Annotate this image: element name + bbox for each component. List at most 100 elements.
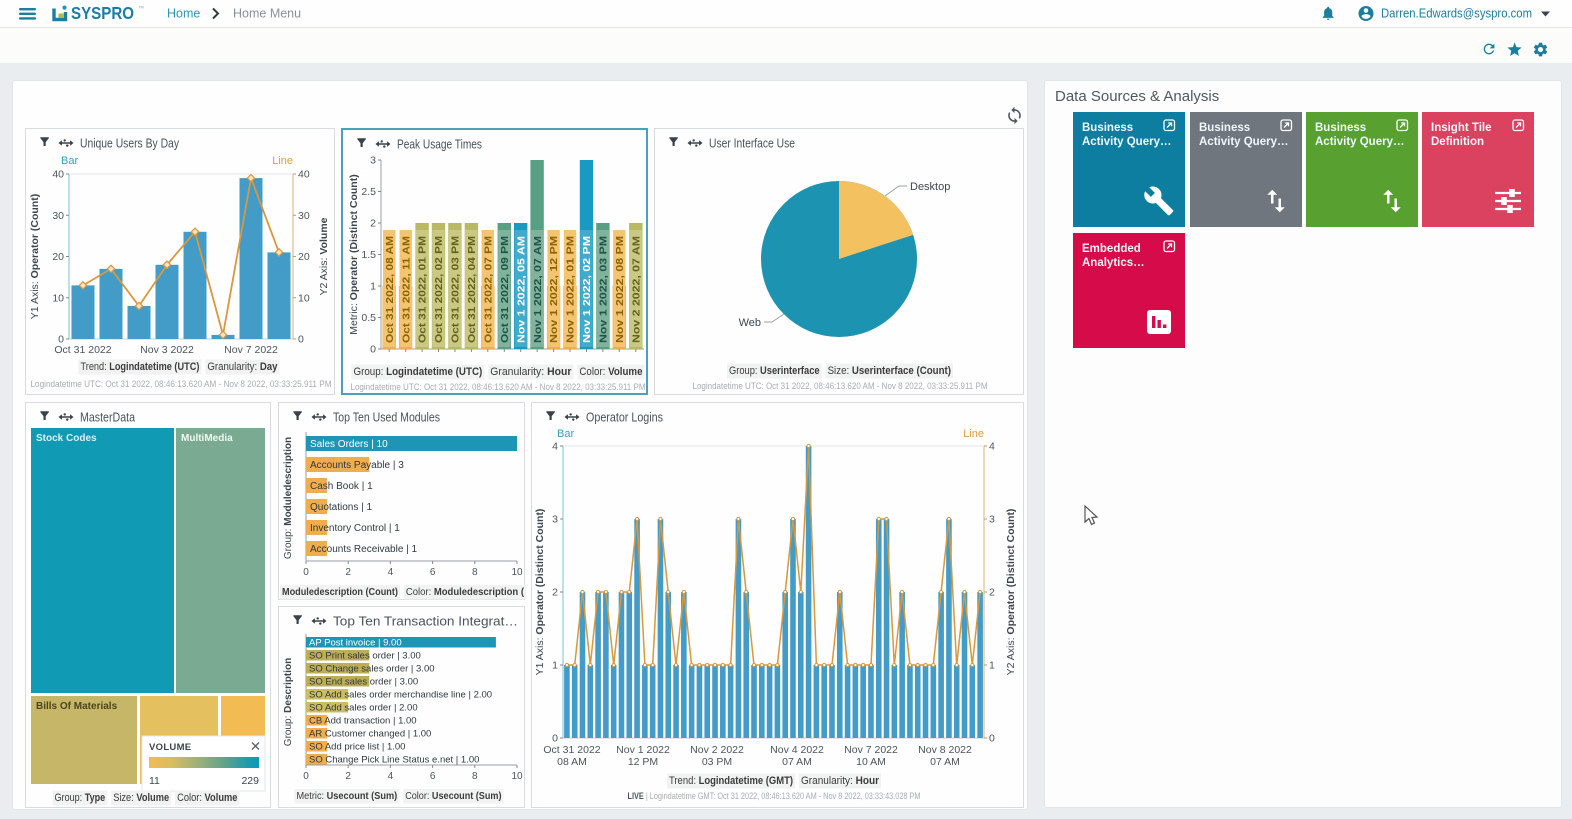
- svg-text:™: ™: [138, 5, 144, 12]
- svg-text:0: 0: [303, 567, 309, 578]
- svg-text:Nov 1 2022: Nov 1 2022: [616, 744, 670, 756]
- svg-text:Oct 31 2022, 09 PM: Oct 31 2022, 09 PM: [500, 236, 511, 343]
- svg-text:Nov 1 2022, 12 PM: Nov 1 2022, 12 PM: [549, 236, 560, 343]
- svg-text:Analytics…: Analytics…: [1082, 257, 1145, 269]
- svg-text:0: 0: [552, 733, 558, 745]
- svg-text:Darren.Edwards@syspro.com: Darren.Edwards@syspro.com: [1381, 7, 1532, 21]
- svg-text:Embedded: Embedded: [1082, 243, 1141, 255]
- svg-text:Operator Logins: Operator Logins: [586, 411, 663, 425]
- svg-text:07 AM: 07 AM: [782, 756, 812, 768]
- svg-text:Nov 7 2022: Nov 7 2022: [224, 344, 278, 356]
- svg-text:Group: Userinterface: Group: Userinterface: [729, 365, 820, 377]
- svg-text:Activity Query…: Activity Query…: [1315, 136, 1404, 148]
- svg-text:Unique Users By Day: Unique Users By Day: [80, 137, 180, 151]
- svg-text:20: 20: [298, 251, 310, 263]
- svg-text:40: 40: [52, 169, 64, 181]
- svg-text:6: 6: [430, 771, 436, 782]
- svg-text:Nov 3 2022: Nov 3 2022: [140, 344, 194, 356]
- svg-text:Y1 Axis: Operator (Distinct Co: Y1 Axis: Operator (Distinct Count): [534, 509, 546, 676]
- svg-text:30: 30: [298, 210, 310, 222]
- svg-text:10: 10: [52, 292, 64, 304]
- svg-text:Size: Userinterface (Count): Size: Userinterface (Count): [828, 365, 952, 377]
- svg-text:Nov 1 2022, 05 AM: Nov 1 2022, 05 AM: [516, 236, 527, 343]
- svg-text:8: 8: [472, 567, 478, 578]
- svg-text:Bar: Bar: [557, 428, 574, 440]
- svg-text:4: 4: [388, 567, 394, 578]
- svg-text:Accounts Receivable | 1: Accounts Receivable | 1: [310, 544, 418, 555]
- svg-text:MultiMedia: MultiMedia: [181, 433, 233, 444]
- svg-text:10 AM: 10 AM: [856, 756, 886, 768]
- svg-text:0: 0: [303, 771, 309, 782]
- svg-text:AR Customer changed | 1.00: AR Customer changed | 1.00: [309, 729, 431, 740]
- svg-text:Nov 1 2022, 07 AM: Nov 1 2022, 07 AM: [533, 236, 544, 343]
- svg-text:Nov 1 2022, 01 PM: Nov 1 2022, 01 PM: [566, 236, 577, 343]
- svg-text:Activity Query…: Activity Query…: [1082, 136, 1171, 148]
- svg-text:SO Change sales order | 3.00: SO Change sales order | 3.00: [309, 664, 435, 675]
- svg-text:Bills Of Materials: Bills Of Materials: [36, 701, 118, 712]
- svg-text:Top Ten Used Modules: Top Ten Used Modules: [333, 411, 440, 425]
- svg-text:4: 4: [552, 441, 558, 453]
- svg-text:229: 229: [241, 775, 259, 787]
- svg-text:Desktop: Desktop: [910, 181, 950, 193]
- svg-text:Nov 2 2022: Nov 2 2022: [690, 744, 744, 756]
- svg-text:1: 1: [552, 660, 558, 672]
- svg-text:Activity Query…: Activity Query…: [1199, 136, 1288, 148]
- svg-text:Oct 31 2022: Oct 31 2022: [543, 744, 600, 756]
- svg-text:SO Add price list | 1.00: SO Add price list | 1.00: [309, 742, 405, 753]
- svg-text:Group: Moduledescription: Group: Moduledescription: [283, 437, 294, 559]
- svg-text:Metric: Usecount (Sum): Metric: Usecount (Sum): [297, 790, 398, 802]
- svg-text:3: 3: [370, 155, 376, 167]
- svg-text:CB Add transaction | 1.00: CB Add transaction | 1.00: [309, 716, 417, 727]
- svg-text:Color: Volume: Color: Volume: [177, 792, 237, 804]
- svg-text:4: 4: [989, 441, 995, 453]
- svg-text:Oct 31 2022, 01 PM: Oct 31 2022, 01 PM: [418, 236, 429, 343]
- svg-text:2: 2: [370, 218, 376, 230]
- svg-text:30: 30: [52, 210, 64, 222]
- svg-text:Sales Orders | 10: Sales Orders | 10: [310, 439, 388, 450]
- svg-text:SYSPRO: SYSPRO: [71, 3, 134, 23]
- svg-text:SO Add sales order | 2.00: SO Add sales order | 2.00: [309, 703, 418, 714]
- svg-text:Color: Usecount (Sum): Color: Usecount (Sum): [405, 790, 501, 802]
- svg-text:2: 2: [552, 587, 558, 599]
- svg-text:Top Ten Transaction Integrat…: Top Ten Transaction Integrat…: [333, 615, 518, 629]
- svg-text:2.5: 2.5: [361, 186, 376, 198]
- svg-text:0.5: 0.5: [361, 312, 376, 324]
- svg-text:Nov 8 2022: Nov 8 2022: [918, 744, 972, 756]
- svg-text:1: 1: [989, 660, 995, 672]
- svg-text:Logindatetime UTC: Oct 31 2022: Logindatetime UTC: Oct 31 2022, 08:46:13…: [693, 381, 988, 391]
- svg-text:Definition: Definition: [1431, 136, 1484, 148]
- svg-text:6: 6: [430, 567, 436, 578]
- svg-text:Oct 31 2022, 07 PM: Oct 31 2022, 07 PM: [483, 236, 494, 343]
- svg-text:Metric: Operator (Distinct Cou: Metric: Operator (Distinct Count): [348, 174, 360, 334]
- svg-text:Nov 1 2022, 08 PM: Nov 1 2022, 08 PM: [615, 236, 626, 343]
- svg-text:Stock Codes: Stock Codes: [36, 433, 97, 444]
- svg-text:Line: Line: [272, 155, 293, 167]
- svg-text:Home Menu: Home Menu: [233, 7, 301, 21]
- svg-text:Insight Tile: Insight Tile: [1431, 122, 1492, 134]
- svg-text:Trend: Logindatetime (UTC): Trend: Logindatetime (UTC): [81, 361, 200, 373]
- svg-text:Peak Usage Times: Peak Usage Times: [397, 138, 482, 152]
- svg-text:MasterData: MasterData: [80, 411, 135, 425]
- svg-text:Nov 1 2022, 03 PM: Nov 1 2022, 03 PM: [599, 236, 610, 343]
- svg-text:40: 40: [298, 169, 310, 181]
- svg-text:Group: Type: Group: Type: [55, 792, 106, 804]
- svg-text:10: 10: [511, 567, 523, 578]
- svg-text:Oct 31 2022, 11 AM: Oct 31 2022, 11 AM: [401, 236, 412, 343]
- svg-text:Business: Business: [1199, 122, 1250, 134]
- svg-text:Inventory Control | 1: Inventory Control | 1: [310, 523, 400, 534]
- svg-text:10: 10: [298, 292, 310, 304]
- svg-text:3: 3: [552, 514, 558, 526]
- svg-text:Oct 31 2022, 03 PM: Oct 31 2022, 03 PM: [451, 236, 462, 343]
- svg-text:2: 2: [345, 771, 351, 782]
- svg-text:Group: Logindatetime (UTC): Group: Logindatetime (UTC): [354, 366, 483, 378]
- svg-text:Oct 31 2022: Oct 31 2022: [54, 344, 111, 356]
- svg-text:2: 2: [345, 567, 351, 578]
- svg-text:20: 20: [52, 251, 64, 263]
- svg-text:Nov 1 2022, 02 PM: Nov 1 2022, 02 PM: [582, 236, 593, 343]
- svg-text:07 AM: 07 AM: [930, 756, 960, 768]
- svg-text:Bar: Bar: [61, 155, 78, 167]
- svg-text:Oct 31 2022, 02 PM: Oct 31 2022, 02 PM: [434, 236, 445, 343]
- svg-text:2: 2: [989, 587, 995, 599]
- svg-text:Quotations | 1: Quotations | 1: [310, 502, 373, 513]
- svg-text:11: 11: [149, 775, 160, 787]
